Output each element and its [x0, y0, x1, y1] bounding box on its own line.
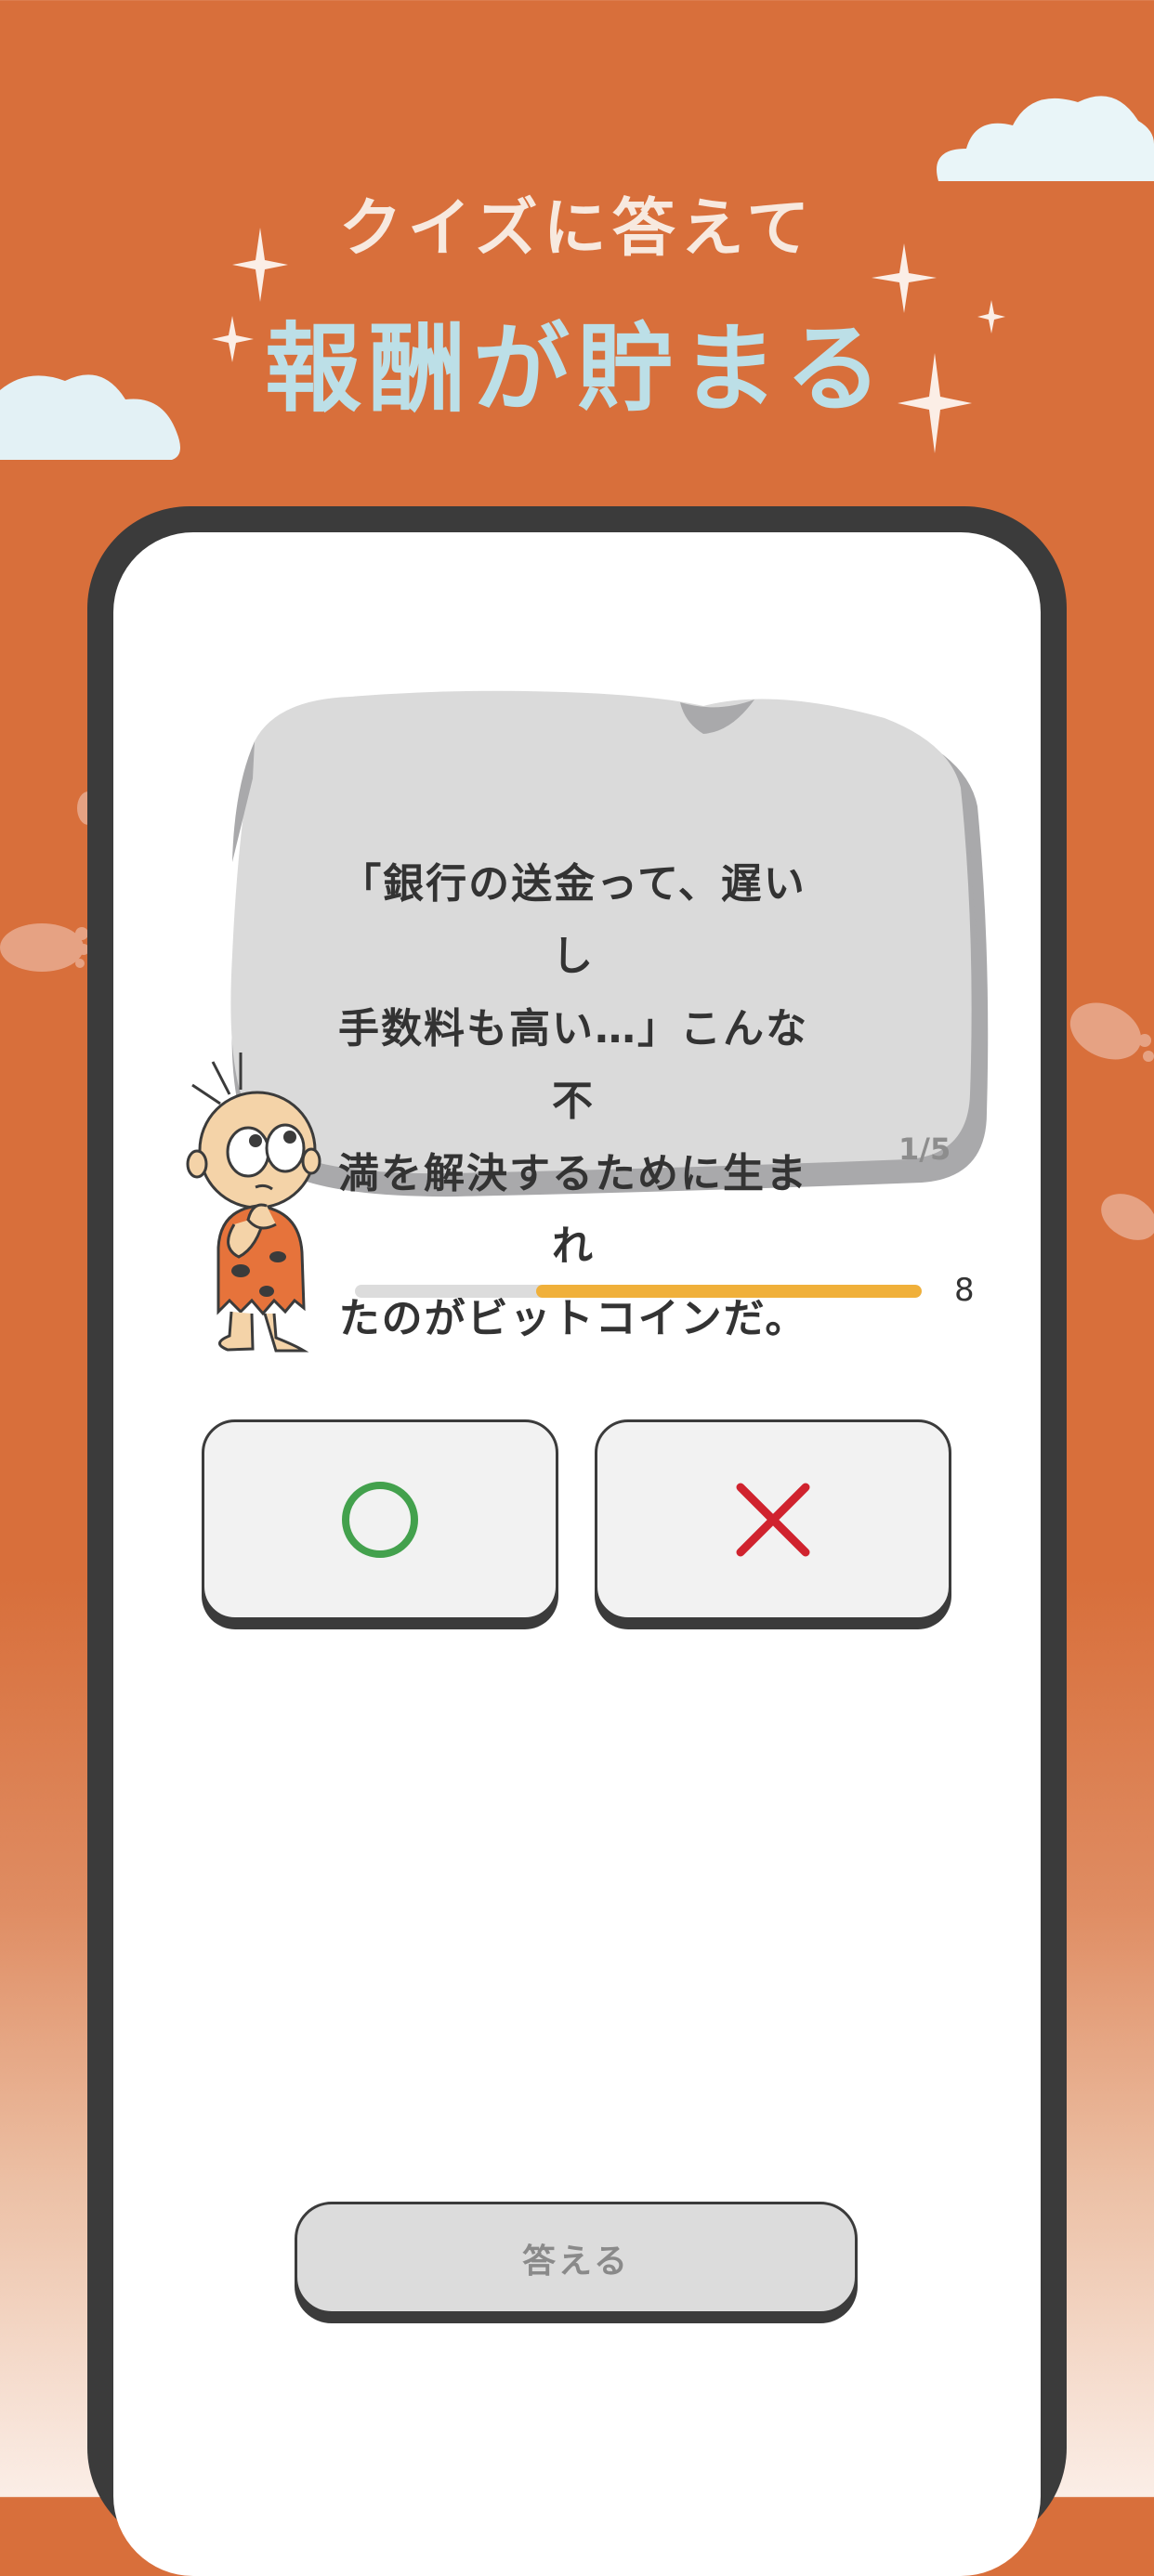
circle-icon — [342, 1482, 418, 1558]
sparkle-icon — [232, 228, 288, 302]
footprint-icon — [1069, 1002, 1154, 1062]
progress-bar — [355, 1285, 922, 1298]
sparkle-icon — [977, 300, 1005, 333]
answer-false-button[interactable] — [595, 1419, 951, 1620]
question-line: 手数料も高い…」こんな不 — [338, 1005, 808, 1125]
progress-value: 8 — [954, 1272, 975, 1309]
progress-bar-fill — [536, 1285, 922, 1298]
cloud-icon — [0, 374, 180, 460]
footprint-icon — [0, 923, 88, 972]
answer-true-button[interactable] — [202, 1419, 558, 1620]
footprint-icon — [1101, 1194, 1154, 1240]
question-counter: 1/5 — [898, 1131, 951, 1167]
quiz-screen: 「銀行の送金って、遅いし 手数料も高い…」こんな不 満を解決するために生まれ た… — [113, 532, 1041, 2576]
caveman-character — [186, 1053, 321, 1353]
sparkle-icon — [872, 243, 937, 313]
sparkle-icon — [212, 316, 254, 362]
phone-mockup: 「銀行の送金って、遅いし 手数料も高い…」こんな不 満を解決するために生まれ た… — [87, 506, 1067, 2576]
cross-icon — [736, 1483, 810, 1557]
question-line: 満を解決するために生まれ — [338, 1150, 808, 1270]
cloud-icon — [937, 96, 1154, 181]
quiz-question: 「銀行の送金って、遅いし 手数料も高い…」こんな不 満を解決するために生まれ た… — [322, 848, 824, 1355]
sparkle-icon — [898, 353, 972, 453]
submit-answer-button[interactable]: 答える — [295, 2202, 858, 2314]
question-line: 「銀行の送金って、遅いし — [340, 860, 806, 980]
